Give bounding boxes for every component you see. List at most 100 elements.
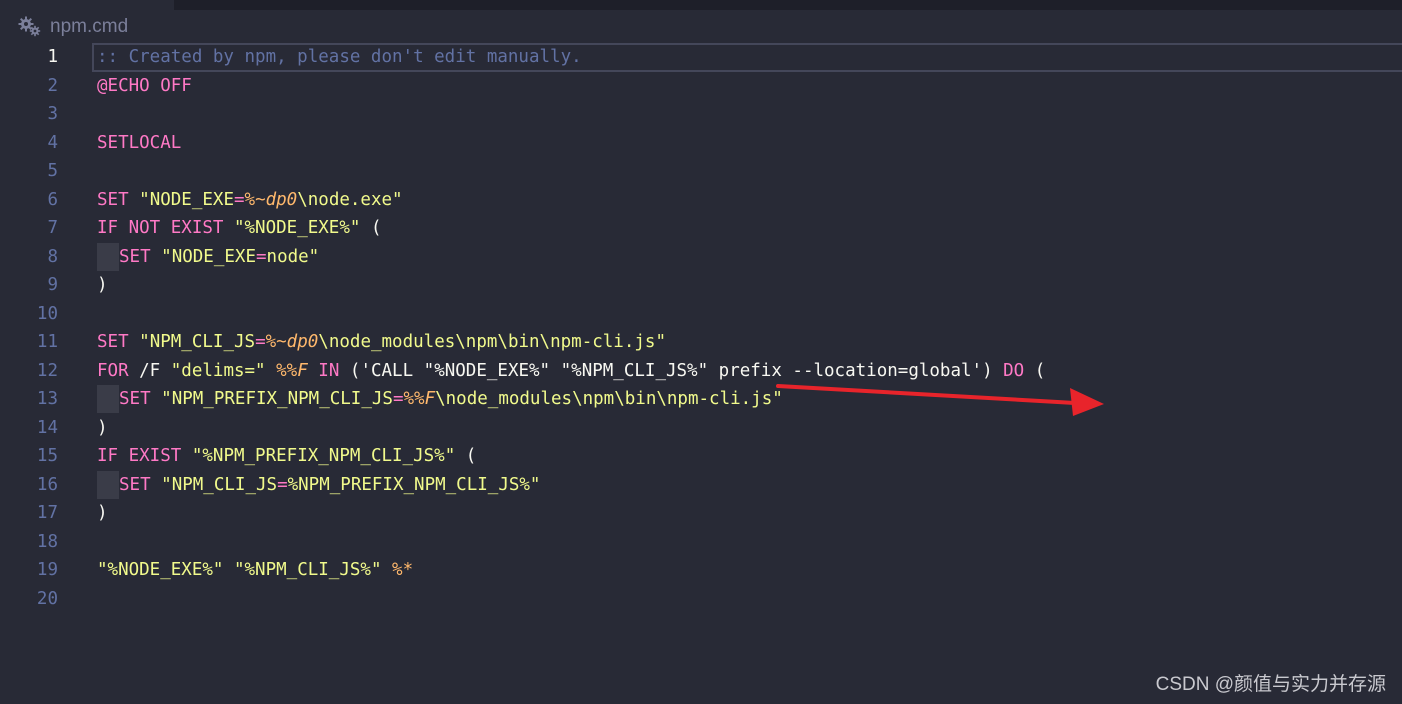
code-line[interactable]: 9) [0,271,1402,300]
code-token: %NPM_PREFIX_NPM_CLI_JS%" [287,474,541,495]
line-number: 10 [36,303,58,324]
line-code: "%NODE_EXE%" "%NPM_CLI_JS%" %* [97,556,413,585]
code-token: %* [392,560,414,580]
line-number: 20 [36,588,58,609]
code-token: FOR [97,360,129,381]
indent-guide [97,385,119,413]
line-number: 12 [36,360,58,381]
code-token: "NODE_EXE [161,246,256,267]
line-code: SET "NPM_PREFIX_NPM_CLI_JS=%%F\node_modu… [97,385,783,414]
code-token: %%F [276,360,308,381]
line-number: 14 [36,417,58,438]
code-line[interactable]: 7 IF NOT EXIST "%NODE_EXE%" ( [0,214,1402,243]
code-line[interactable]: 6 SET "NODE_EXE=%~dp0\node.exe" [0,186,1402,215]
code-line[interactable]: 20 [0,585,1402,614]
code-token: "NPM_CLI_JS [139,332,256,352]
code-token: node" [266,246,320,267]
code-token: %~dp0 [244,189,298,210]
code-line[interactable]: 11 SET "NPM_CLI_JS=%~dp0\node_modules\npm… [0,328,1402,357]
code-token: ( [455,446,477,466]
code-token: = [255,246,267,267]
code-token: @ECHO OFF [97,75,192,96]
code-token: SET [119,389,151,409]
line-number: 6 [47,189,58,210]
line-code: SET "NODE_EXE=node" [97,242,320,272]
code-line[interactable]: 2 @ECHO OFF [0,72,1402,101]
code-token: = [277,474,288,495]
code-token: SET [119,474,151,495]
code-token: SET [119,246,151,267]
code-token: "delims=" [170,360,266,381]
code-token: "NODE_EXE [139,189,234,210]
code-line[interactable]: 15 IF EXIST "%NPM_PREFIX_NPM_CLI_JS%" ( [0,442,1402,471]
code-token: "NPM_PREFIX_NPM_CLI_JS [161,389,393,409]
code-line[interactable]: 12 FOR /F "delims=" %%F IN ('CALL "%NODE_… [0,357,1402,386]
code-token: DO [1003,360,1025,381]
code-line[interactable]: 17) [0,499,1402,528]
line-number: 13 [36,389,58,409]
code-line[interactable]: 10 [0,300,1402,329]
code-token: "NPM_CLI_JS [161,474,278,495]
code-token: SET [97,332,129,352]
line-number: 19 [36,560,58,580]
line-number: 17 [36,503,58,523]
top-bar-strip [174,0,1402,10]
code-line[interactable]: 18 [0,528,1402,557]
code-line[interactable]: 16 SET "NPM_CLI_JS=%NPM_PREFIX_NPM_CLI_JS… [0,470,1402,500]
code-token: %~dp0 [265,332,319,352]
code-token: = [233,189,245,210]
code-token: :: Created by npm, please don't edit man… [97,47,582,67]
code-line[interactable]: 13 SET "NPM_PREFIX_NPM_CLI_JS=%%F\node_mo… [0,385,1402,414]
code-token: ( [1024,360,1046,381]
line-code: @ECHO OFF [97,72,192,101]
code-token: "%NPM_CLI_JS%" [233,560,382,580]
gear-icon [18,16,42,38]
code-token: = [392,389,404,409]
code-token: IN [318,360,340,381]
file-tab[interactable]: npm.cmd [18,13,128,41]
code-token: "%NODE_EXE%" [97,560,224,580]
line-number: 16 [36,474,58,495]
code-line[interactable]: 4 SETLOCAL [0,129,1402,158]
code-token: "%NPM_PREFIX_NPM_CLI_JS%" [191,446,456,466]
line-number: 5 [47,161,58,181]
code-line[interactable]: 1:: Created by npm, please don't edit ma… [0,43,1402,72]
watermark: CSDN @颜值与实力并存源 [1155,674,1386,695]
line-number: 18 [36,531,58,552]
code-token: IF EXIST [97,446,182,466]
code-line[interactable]: 3 [0,100,1402,129]
line-code: ) [97,499,108,528]
code-token: ('CALL "%NODE_EXE%" "%NPM_CLI_JS%" prefi… [339,360,1004,381]
line-number: 9 [47,275,58,295]
code-token: IF NOT EXIST [97,218,224,238]
line-code: IF EXIST "%NPM_PREFIX_NPM_CLI_JS%" ( [97,442,476,471]
code-line[interactable]: 14) [0,414,1402,443]
code-line[interactable]: 5 [0,157,1402,186]
code-token: /F [128,360,171,381]
indent-guide [97,242,119,271]
code-token: %%F [403,389,436,409]
code-token: \node_modules\npm\bin\npm-cli.js" [435,389,783,409]
code-token: ) [97,275,108,295]
line-number: 15 [36,446,58,466]
code-line[interactable]: 8 SET "NODE_EXE=node" [0,242,1402,272]
code-token: ( [360,218,382,238]
line-code: SET "NPM_CLI_JS=%NPM_PREFIX_NPM_CLI_JS%" [97,470,541,500]
code-editor[interactable]: 1:: Created by npm, please don't edit ma… [0,43,1402,613]
line-number: 11 [36,332,58,352]
code-token: = [255,332,266,352]
code-token: SETLOCAL [97,132,182,153]
line-number: 3 [47,104,58,124]
line-code: :: Created by npm, please don't edit man… [97,43,582,72]
code-line[interactable]: 19 "%NODE_EXE%" "%NPM_CLI_JS%" %* [0,556,1402,585]
code-token: "%NODE_EXE%" [233,218,361,238]
code-token: \node_modules\npm\bin\npm-cli.js" [318,332,666,352]
